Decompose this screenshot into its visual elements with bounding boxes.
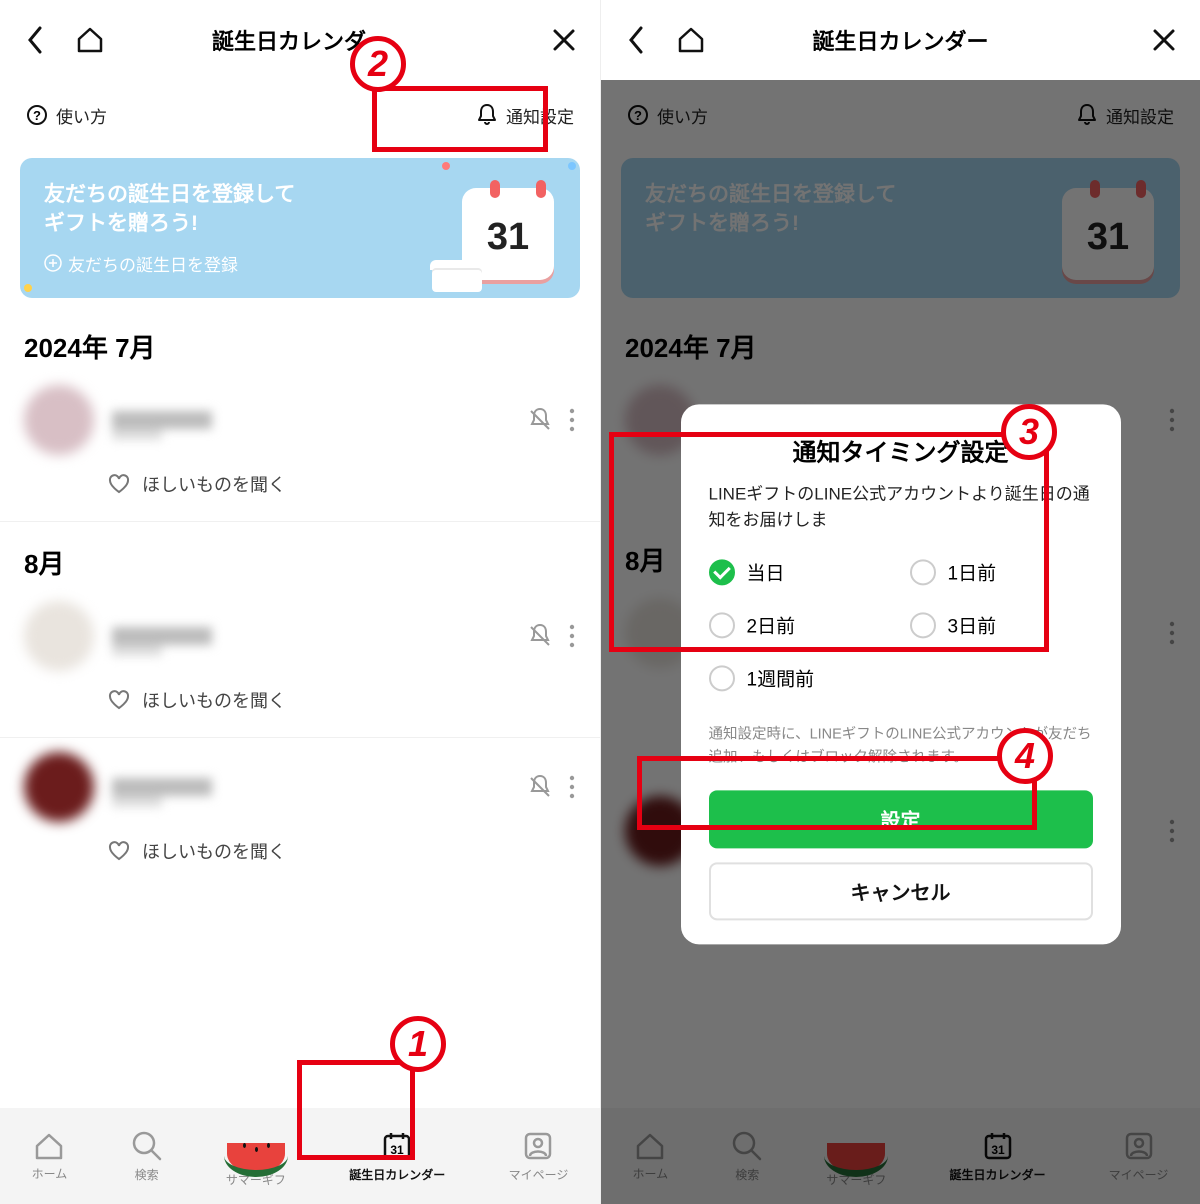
avatar [24,385,94,455]
cancel-button[interactable]: キャンセル [709,862,1093,920]
watermelon-icon [227,1125,285,1173]
close-icon [552,28,576,52]
avatar [24,752,94,822]
option-3days[interactable]: 3日前 [910,612,1093,639]
wishlist-link[interactable]: ほしいものを聞く [0,685,600,738]
friend-row[interactable] [0,587,600,685]
wishlist-link[interactable]: ほしいものを聞く [0,836,600,888]
nav-mypage[interactable]: マイページ [509,1130,569,1183]
help-icon: ? [26,104,48,126]
wishlist-link[interactable]: ほしいものを聞く [0,469,600,522]
annotation-1-badge: 1 [390,1016,446,1072]
bell-off-icon[interactable] [526,773,554,801]
confetti-icon [442,162,450,170]
nav-birthday-calendar[interactable]: 31 誕生日カレンダー [349,1130,445,1183]
right-pane: 誕生日カレンダー ?使い方 通知設定 友だちの誕生日を登録してギフトを贈ろう! … [600,0,1200,1204]
timing-options: 当日 1日前 2日前 3日前 1週間前 [709,553,1093,708]
nav-home[interactable]: ホーム [32,1131,68,1182]
confirm-button[interactable]: 設定 [709,790,1093,848]
avatar [24,601,94,671]
page-title: 誕生日カレンダー [601,24,1200,56]
bell-off-icon[interactable] [526,622,554,650]
heart-icon [108,841,130,861]
more-vertical-icon[interactable] [568,774,576,800]
radio-icon [910,612,936,638]
bottom-nav: ホーム 検索 サマーギフ 31 誕生日カレンダー マイページ [0,1108,600,1204]
sub-toolbar: ? 使い方 通知設定 [0,80,600,150]
plus-circle-icon [44,254,62,272]
cake-illustration [432,260,484,292]
radio-icon [910,559,936,585]
dialog-subtitle: LINEギフトのLINE公式アカウントより誕生日の通知をお届けしま [709,482,1093,533]
search-icon [131,1130,163,1162]
dialog-note: 通知設定時に、LINEギフトのLINE公式アカウントが友だち追加、もしくはブロッ… [709,724,1093,770]
confetti-icon [568,162,576,170]
confetti-icon [24,284,32,292]
friend-row[interactable] [0,738,600,836]
friend-name-blurred [112,767,508,807]
dialog-title: 通知タイミング設定 [709,433,1093,468]
help-button[interactable]: ? 使い方 [26,103,107,128]
close-icon [1152,28,1176,52]
month-header-august: 8月 [0,522,600,587]
month-header-july: 2024年 7月 [0,306,600,371]
notification-timing-dialog: 通知タイミング設定 LINEギフトのLINE公式アカウントより誕生日の通知をお届… [681,405,1121,944]
heart-icon [108,690,130,710]
friend-name-blurred [112,616,508,656]
option-1day[interactable]: 1日前 [910,559,1093,586]
notification-settings-button[interactable]: 通知設定 [476,103,574,128]
radio-icon [709,665,735,691]
header: 誕生日カレンダー [0,0,600,80]
bell-off-icon[interactable] [526,406,554,434]
left-pane: 誕生日カレンダー ? 使い方 通知設定 友だちの誕生日を登録してギフトを贈ろう! [0,0,600,1204]
page-title: 誕生日カレンダー [0,24,600,56]
nav-summer-gift[interactable]: サマーギフ [226,1125,286,1188]
svg-text:31: 31 [391,1143,405,1157]
bell-icon [476,103,498,127]
close-button[interactable] [546,22,582,58]
radio-checked-icon [709,559,735,585]
close-button[interactable] [1146,22,1182,58]
person-icon [522,1130,554,1162]
option-1week[interactable]: 1週間前 [709,665,892,692]
more-vertical-icon[interactable] [568,623,576,649]
heart-icon [108,474,130,494]
option-today[interactable]: 当日 [709,559,892,586]
calendar-icon: 31 [381,1130,413,1162]
help-label: 使い方 [56,103,107,128]
more-vertical-icon[interactable] [568,407,576,433]
home-icon [33,1131,65,1161]
svg-text:?: ? [33,108,41,123]
header: 誕生日カレンダー [601,0,1200,80]
radio-icon [709,612,735,638]
friend-row[interactable] [0,371,600,469]
promo-banner[interactable]: 友だちの誕生日を登録してギフトを贈ろう! 友だちの誕生日を登録 31 [20,158,580,298]
nav-search[interactable]: 検索 [131,1130,163,1183]
option-2days[interactable]: 2日前 [709,612,892,639]
notification-settings-label: 通知設定 [506,103,574,128]
friend-name-blurred [112,400,508,440]
